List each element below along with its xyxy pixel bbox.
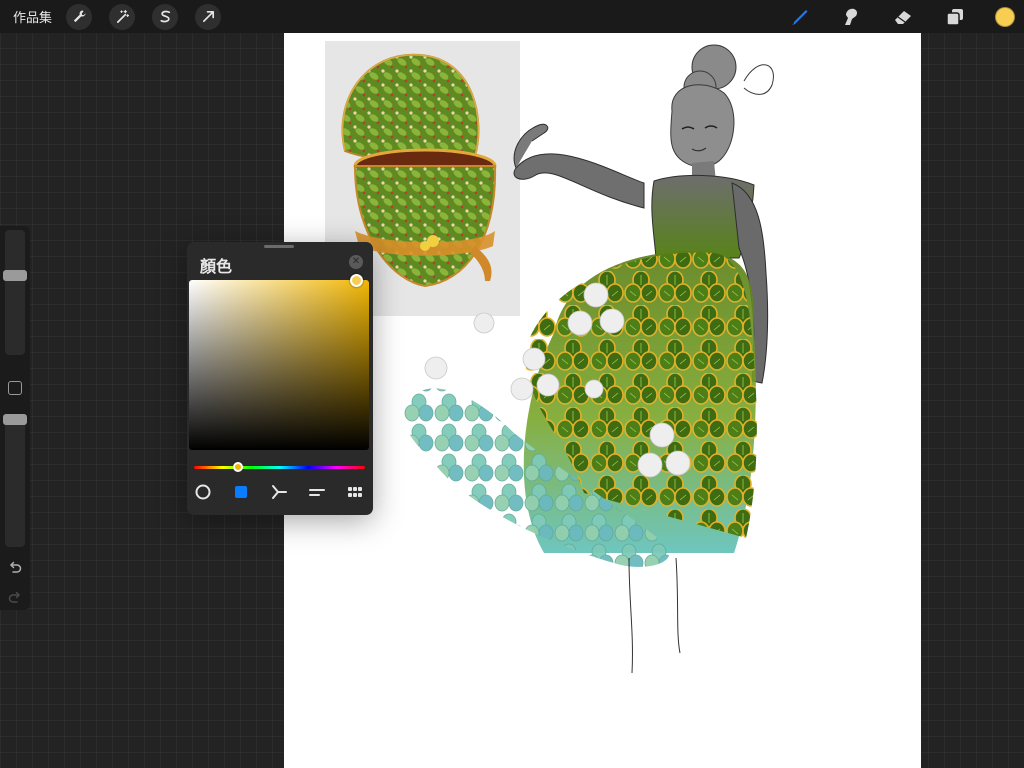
smudge-icon [845,8,858,25]
hue-slider[interactable] [194,462,365,472]
panel-title: 顏色 [200,259,233,276]
value-mode-icon [309,489,325,496]
selection-s-icon [159,10,170,23]
magic-wand-icon [116,9,129,23]
modify-button[interactable] [8,381,22,395]
opacity-thumb[interactable] [3,414,27,425]
drawing-canvas[interactable] [284,33,921,768]
tab-palettes[interactable] [345,482,365,502]
brush-tool-button[interactable] [787,5,811,29]
color-picker-handle[interactable] [349,273,363,287]
redo-icon[interactable] [7,589,23,605]
tab-classic[interactable] [231,482,251,502]
transform-arrow-icon [202,10,214,23]
layers-icon [946,8,963,26]
wrench-icon [73,10,86,23]
close-icon[interactable]: ✕ [349,255,363,269]
figure-illustration [403,44,774,674]
gallery-link[interactable]: 作品集 [13,7,52,26]
harmony-mode-icon [272,485,287,499]
brush-size-slider[interactable] [3,230,27,355]
left-sidebar [0,226,30,610]
brush-icon [791,9,808,25]
hue-slider-handle[interactable] [233,462,244,472]
eraser-tool-button[interactable] [891,5,915,29]
color-mode-tabs [193,482,365,502]
current-color-button[interactable] [995,6,1015,27]
disc-mode-icon [195,484,211,500]
actions-button[interactable] [66,3,93,30]
tab-disc[interactable] [193,482,213,502]
transform-button[interactable] [195,3,222,30]
undo-icon[interactable] [7,559,23,575]
tab-value[interactable] [307,482,327,502]
adjustments-button[interactable] [109,3,136,30]
panel-grabber[interactable] [264,245,294,248]
selection-button[interactable] [152,3,179,30]
right-toolset [787,0,1024,33]
color-panel: 顏色 ✕ [187,242,373,515]
classic-mode-icon [235,486,247,498]
saturation-brightness-picker[interactable] [189,273,369,450]
opacity-slider[interactable] [3,414,27,547]
palettes-mode-icon [348,487,362,497]
smudge-tool-button[interactable] [839,5,863,29]
brush-size-thumb[interactable] [3,269,27,281]
tab-harmony[interactable] [269,482,289,502]
layers-button[interactable] [943,5,967,29]
eraser-icon [895,10,911,24]
top-toolbar: 作品集 [0,0,1024,33]
